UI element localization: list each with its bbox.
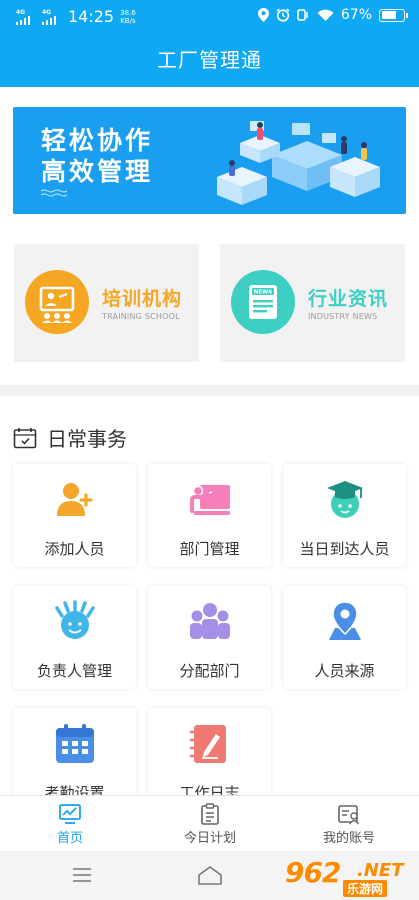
card-industry-news[interactable]: NEWS 行业资讯 INDUSTRY NEWS	[220, 244, 405, 362]
status-bar: 4G 4G 14:25 38.6 KB/s 67%	[0, 0, 419, 32]
alarm-icon	[276, 8, 290, 22]
group-icon	[190, 603, 230, 639]
card-training-title: 培训机构	[102, 288, 183, 310]
add-person-icon	[57, 483, 93, 516]
tile-department-management[interactable]: 部门管理	[148, 464, 271, 567]
section-title: 日常事务	[47, 427, 127, 451]
network-speed: 38.6 KB/s	[120, 8, 136, 25]
tile-label: 人员来源	[314, 662, 375, 680]
tile-attendance-settings[interactable]: 考勤设置	[13, 708, 136, 795]
account-card-icon	[338, 805, 360, 825]
svg-text:NEWS: NEWS	[254, 290, 272, 296]
sound-icon	[297, 9, 308, 21]
tile-label: 负责人管理	[36, 662, 112, 680]
tile-label: 添加人员	[44, 540, 105, 558]
tile-work-log[interactable]: 工作日志	[148, 708, 271, 795]
wave-decoration-icon	[41, 189, 67, 197]
battery-percent: 67%	[340, 7, 372, 23]
battery-icon	[379, 8, 408, 22]
home-button-icon[interactable]	[197, 864, 223, 886]
newspaper-icon: NEWS	[231, 270, 295, 334]
manager-icon	[55, 600, 95, 639]
bottom-tab-bar: 首页 今日计划 我的账号	[0, 795, 419, 851]
notebook-icon	[189, 725, 226, 763]
card-news-subtitle: INDUSTRY NEWS	[308, 312, 378, 321]
banner-line-1: 轻松协作	[41, 126, 154, 155]
graduate-icon	[327, 481, 363, 518]
wifi-icon	[317, 9, 334, 21]
menu-icon[interactable]	[72, 867, 92, 883]
tile-label: 分配部门	[179, 662, 240, 680]
system-nav-bar: 962 .NET 乐游网	[0, 851, 419, 900]
location-icon	[257, 8, 269, 22]
tile-label: 部门管理	[179, 540, 240, 558]
app-header: 4G 4G 14:25 38.6 KB/s 67% 工厂管理通	[0, 0, 419, 87]
tile-add-person[interactable]: 添加人员	[13, 464, 136, 567]
tile-label: 当日到达人员	[299, 540, 390, 558]
card-news-title: 行业资讯	[308, 288, 389, 310]
calendar-check-icon	[13, 427, 37, 448]
tab-my-account[interactable]: 我的账号	[279, 796, 419, 852]
teamwork-illustration	[217, 121, 380, 205]
daily-affairs-section: 日常事务 添加人员 部门管理 当日到达人员 负责人管理 分配部门 人员来源 考勤…	[0, 396, 419, 795]
tile-manager-management[interactable]: 负责人管理	[13, 586, 136, 689]
card-training-subtitle: TRAINING SCHOOL	[102, 312, 180, 321]
tab-today-plan[interactable]: 今日计划	[140, 796, 280, 852]
banner-line-2: 高效管理	[41, 157, 154, 186]
tab-today-plan-label: 今日计划	[183, 831, 236, 846]
classroom-icon	[25, 270, 89, 334]
tile-label: 考勤设置	[44, 784, 105, 795]
tab-home-label: 首页	[56, 831, 83, 846]
main-content[interactable]: 轻松协作 高效管理 培训机构 TRAINING SCHOOL NEWS 行业资讯…	[0, 87, 419, 795]
tile-personnel-source[interactable]: 人员来源	[283, 586, 406, 689]
tab-my-account-label: 我的账号	[322, 831, 375, 846]
promo-banner[interactable]: 轻松协作 高效管理	[13, 107, 406, 214]
tile-arrivals-today[interactable]: 当日到达人员	[283, 464, 406, 567]
calendar-icon	[56, 724, 94, 763]
card-training-school[interactable]: 培训机构 TRAINING SCHOOL	[14, 244, 199, 362]
department-board-icon	[190, 485, 230, 515]
home-chart-icon	[59, 804, 81, 824]
page-title: 工厂管理通	[157, 48, 262, 72]
banner-section: 轻松协作 高效管理 培训机构 TRAINING SCHOOL NEWS 行业资讯…	[0, 87, 419, 385]
tile-label: 工作日志	[179, 784, 240, 795]
signal-icon-2: 4G	[42, 9, 62, 25]
location-pin-icon	[329, 601, 361, 640]
signal-icon: 4G	[16, 9, 36, 25]
tab-home[interactable]: 首页	[0, 796, 140, 852]
clock: 14:25	[68, 7, 115, 26]
clipboard-icon	[201, 803, 219, 825]
site-watermark: 962 .NET 乐游网	[285, 856, 404, 897]
tile-assign-department[interactable]: 分配部门	[148, 586, 271, 689]
